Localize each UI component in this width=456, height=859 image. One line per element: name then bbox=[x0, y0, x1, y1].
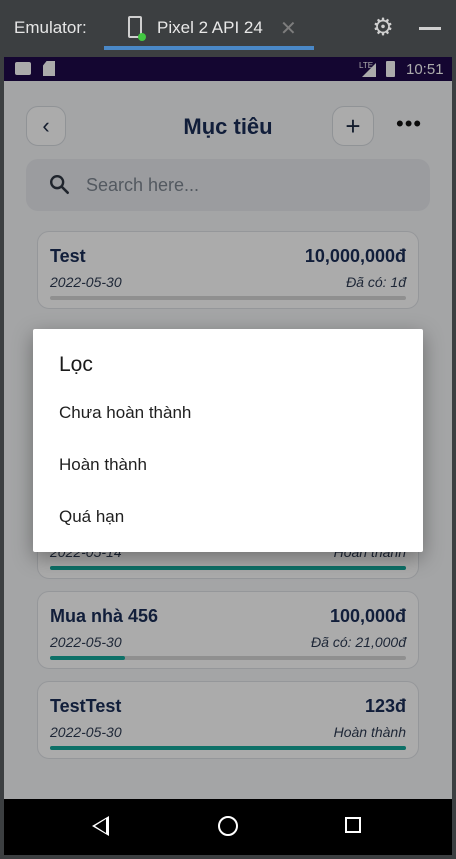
filter-option-incomplete[interactable]: Chưa hoàn thành bbox=[33, 387, 423, 439]
minimize-icon[interactable] bbox=[419, 27, 441, 30]
emulator-toolbar: Emulator: Pixel 2 API 24 ✕ ⚙ bbox=[0, 0, 456, 56]
device-screen: LTE 10:51 ‹ Mục tiêu + ••• Test 10,000,0… bbox=[4, 57, 452, 855]
active-tab-indicator bbox=[104, 46, 314, 50]
filter-option-overdue[interactable]: Quá hạn bbox=[33, 491, 423, 543]
navigation-bar bbox=[4, 799, 452, 855]
emulator-label: Emulator: bbox=[14, 18, 87, 37]
nav-recents-icon[interactable] bbox=[345, 817, 361, 833]
online-indicator bbox=[138, 33, 146, 41]
nav-home-icon[interactable] bbox=[218, 816, 238, 836]
gear-icon[interactable]: ⚙ bbox=[370, 15, 396, 41]
filter-option-completed[interactable]: Hoàn thành bbox=[33, 439, 423, 491]
dialog-title: Lọc bbox=[59, 353, 93, 376]
filter-dialog: Lọc Chưa hoàn thành Hoàn thành Quá hạn bbox=[33, 329, 423, 552]
device-icon bbox=[128, 16, 146, 41]
device-tab-title[interactable]: Pixel 2 API 24 bbox=[157, 18, 263, 38]
close-tab-icon[interactable]: ✕ bbox=[280, 16, 297, 41]
nav-back-icon[interactable] bbox=[92, 816, 109, 836]
